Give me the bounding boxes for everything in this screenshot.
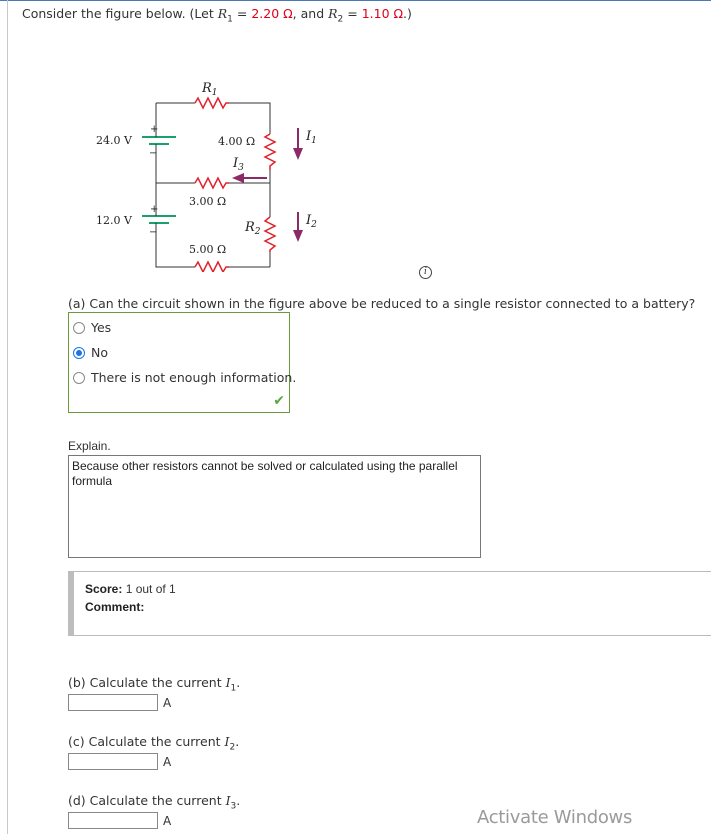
option-no-label: No <box>91 345 108 360</box>
label-12v: 12.0 V <box>96 214 133 227</box>
resistor-r1 <box>194 96 229 110</box>
radio-yes[interactable] <box>73 321 85 334</box>
arrow-i1-head <box>293 148 303 160</box>
label-i1: I1 <box>305 129 317 146</box>
comment-label: Comment: <box>85 600 145 614</box>
label-24v: 24.0 V <box>96 134 133 147</box>
option-yes[interactable]: Yes <box>73 320 111 335</box>
comment-line: Comment: <box>85 600 144 614</box>
option-yes-label: Yes <box>91 320 112 335</box>
intro-suffix: .) <box>403 6 412 21</box>
radio-no[interactable] <box>73 346 85 359</box>
activate-windows-watermark: Activate Windows <box>477 807 633 828</box>
part-a-answer-box: Yes No There is not enough information. … <box>68 312 296 413</box>
circuit-figure: R1 24.0 V + − 4.00 Ω I1 I3 3.00 Ω 12.0 V… <box>96 81 317 272</box>
i1-unit: A <box>163 696 172 710</box>
resistor-5ohm <box>194 260 229 272</box>
r1-symbol: R <box>217 6 228 21</box>
part-d-text: (d) Calculate the current <box>68 793 226 808</box>
label-4ohm: 4.00 Ω <box>218 135 255 148</box>
left-rule <box>7 0 8 834</box>
i2-unit: A <box>163 755 172 769</box>
resistor-r2 <box>263 216 277 252</box>
part-d-question: (d) Calculate the current I3. <box>68 793 240 812</box>
explain-label: Explain. <box>68 439 111 453</box>
i3-unit: A <box>163 814 172 828</box>
r2-symbol: R <box>328 6 338 21</box>
part-b-question: (b) Calculate the current I1. <box>68 675 240 694</box>
label-5ohm: 5.00 Ω <box>189 243 226 256</box>
i3-input[interactable] <box>68 812 158 829</box>
arrow-i2-head <box>293 230 303 242</box>
arrow-i3-head <box>232 173 244 183</box>
divider <box>68 571 711 572</box>
part-d-suffix: . <box>236 793 241 808</box>
resistor-4ohm <box>263 133 277 170</box>
battery-12v-minus: − <box>149 227 157 238</box>
resistor-3ohm <box>194 176 229 190</box>
r1-value: 2.20 Ω <box>251 6 293 21</box>
label-r2: R2 <box>244 220 261 237</box>
part-c-question: (c) Calculate the current I2. <box>68 734 239 753</box>
top-border <box>0 0 711 1</box>
option-not-enough-info[interactable]: There is not enough information. <box>73 370 296 385</box>
part-a-question: (a) Can the circuit shown in the figure … <box>68 296 696 311</box>
i2-input[interactable] <box>68 753 158 770</box>
option-no[interactable]: No <box>73 345 108 360</box>
problem-intro: Consider the figure below. (Let R1 = 2.2… <box>22 6 412 25</box>
equals: = <box>343 6 362 21</box>
score-line: Score: 1 out of 1 <box>85 582 176 596</box>
label-r1: R1 <box>201 81 218 98</box>
part-b-text: (b) Calculate the current <box>68 675 226 690</box>
label-i3: I3 <box>232 156 244 173</box>
battery-24v-plus: + <box>150 124 158 135</box>
intro-text: Consider the figure below. (Let <box>22 6 218 21</box>
info-icon[interactable]: i <box>419 266 432 279</box>
explain-textarea[interactable]: Because other resistors cannot be solved… <box>68 455 481 558</box>
label-3ohm: 3.00 Ω <box>189 195 226 208</box>
score-label: Score: <box>85 582 123 596</box>
option-not-enough-info-label: There is not enough information. <box>91 370 297 385</box>
score-panel: Score: 1 out of 1 Comment: <box>68 571 711 636</box>
battery-12v-plus: + <box>150 204 158 215</box>
radio-not-enough-info[interactable] <box>73 371 85 384</box>
part-b-suffix: . <box>236 675 241 690</box>
part-c-text: (c) Calculate the current <box>68 734 225 749</box>
i1-input[interactable] <box>68 694 158 711</box>
r2-value: 1.10 Ω <box>361 6 404 21</box>
equals: = <box>232 6 252 21</box>
check-icon: ✔ <box>273 393 285 409</box>
part-c-suffix: . <box>235 734 240 749</box>
intro-mid: , and <box>292 6 329 21</box>
score-value: 1 out of 1 <box>122 582 176 596</box>
label-i2: I2 <box>305 213 317 230</box>
battery-24v-minus: − <box>149 148 157 159</box>
